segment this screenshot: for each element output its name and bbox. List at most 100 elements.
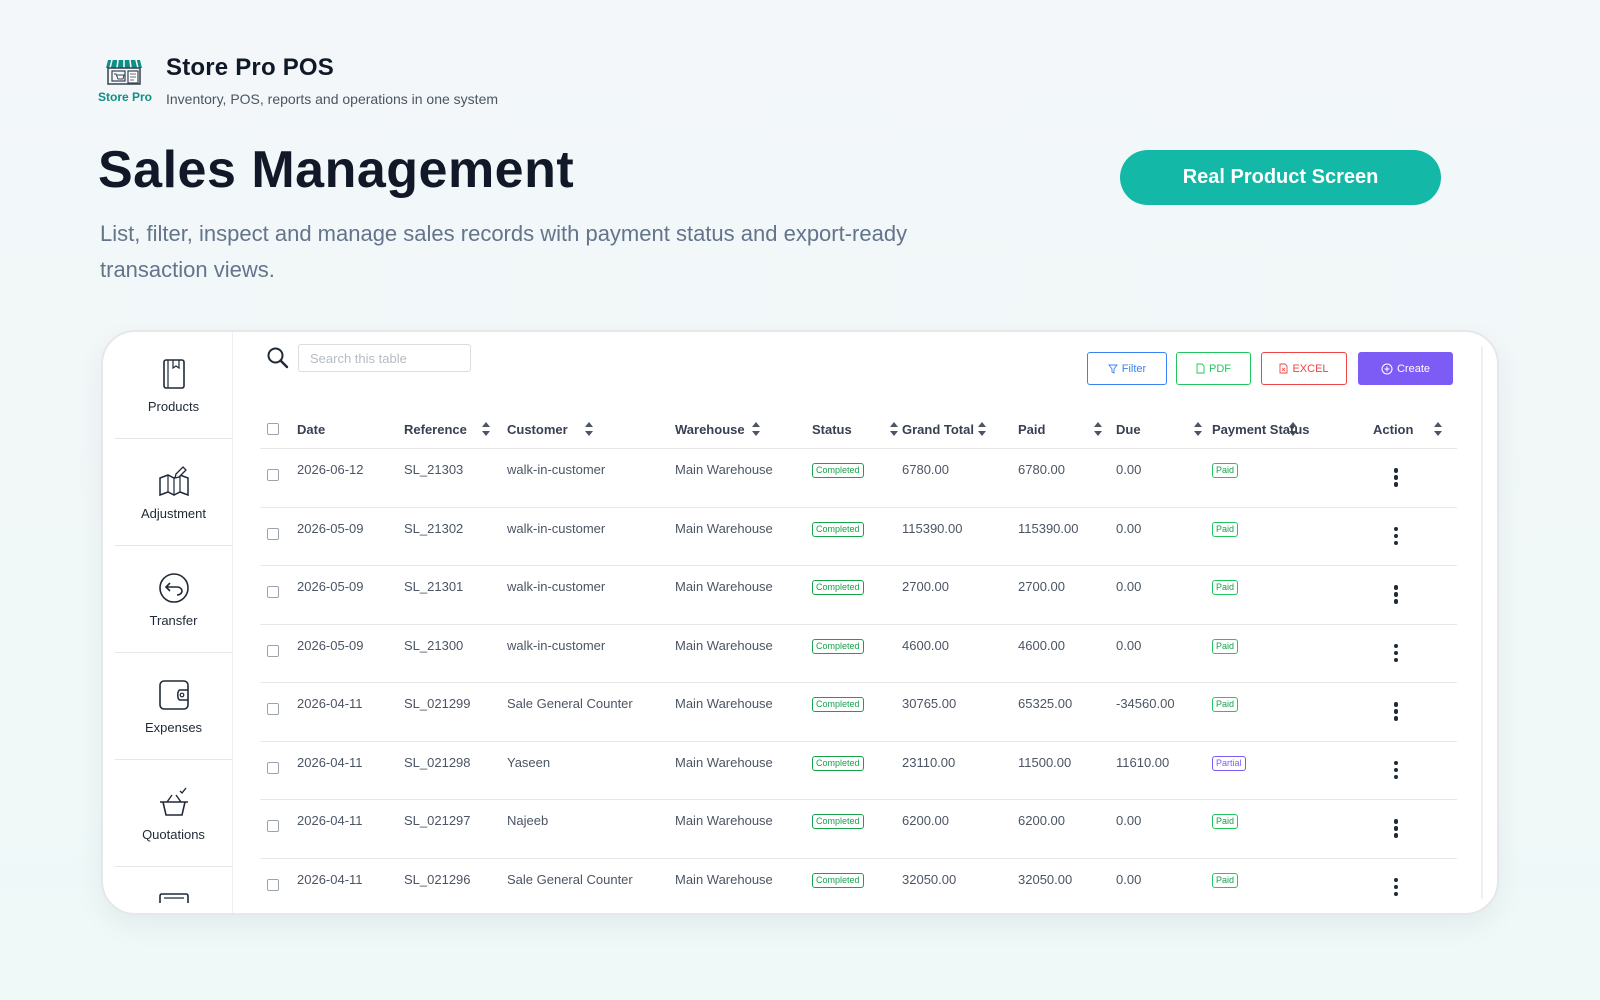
column-header-grand-total[interactable]: Grand Total xyxy=(902,410,974,449)
column-header-payment-status[interactable]: Payment Status xyxy=(1212,410,1310,449)
column-header-customer[interactable]: Customer xyxy=(507,410,568,449)
sidebar-item-adjustment[interactable]: Adjustment xyxy=(115,439,232,546)
sidebar-item-more[interactable] xyxy=(115,867,232,907)
sort-icon[interactable] xyxy=(752,422,760,436)
payment-status-badge: Partial xyxy=(1212,755,1246,771)
create-button[interactable]: Create xyxy=(1358,352,1453,385)
status-badge: Completed xyxy=(812,580,864,595)
row-checkbox[interactable] xyxy=(267,469,279,481)
create-button-label: Create xyxy=(1396,362,1431,375)
column-header-date[interactable]: Date xyxy=(297,410,325,449)
payment-status-badge: Paid xyxy=(1212,521,1239,537)
search-input[interactable] xyxy=(298,344,471,372)
page-description: List, filter, inspect and manage sales r… xyxy=(100,221,908,282)
table-body: 2026-06-12 SL_21303 walk-in-customer Main W… xyxy=(260,449,1457,914)
real-product-screen-button[interactable]: Real Product Screen xyxy=(1120,150,1441,205)
cell-due: -34560.00 xyxy=(1116,696,1175,711)
cell-reference: SL_21303 xyxy=(404,462,464,477)
cell-paid: 115390.00 xyxy=(1018,520,1079,536)
table-row[interactable]: 2026-04-11 SL_021298 Yaseen Main Warehouse C… xyxy=(260,742,1457,800)
cell-date: 2026-04-11 xyxy=(297,754,363,770)
status-badge: Completed xyxy=(812,638,864,654)
column-header-paid[interactable]: Paid xyxy=(1018,410,1045,449)
filter-button-label: Filter xyxy=(1121,362,1147,375)
cell-date: 2026-04-11 xyxy=(297,871,363,887)
sidebar-item-label: Transfer xyxy=(149,612,198,628)
cell-warehouse: Main Warehouse xyxy=(675,520,773,536)
cell-paid: 11500.00 xyxy=(1018,754,1072,770)
sidebar: Products Adjustment Transfer Expenses Qu… xyxy=(115,332,233,913)
row-checkbox[interactable] xyxy=(267,820,279,832)
table-row[interactable]: 2026-05-09 SL_21302 walk-in-customer Main W… xyxy=(260,508,1457,566)
row-actions-menu-icon[interactable] xyxy=(1393,468,1399,488)
document-icon xyxy=(158,893,189,903)
column-header-status[interactable]: Status xyxy=(812,410,852,449)
row-checkbox[interactable] xyxy=(267,761,279,774)
sidebar-item-expenses[interactable]: Expenses xyxy=(115,653,232,760)
cell-due: 0.00 xyxy=(1116,520,1142,536)
excel-file-icon xyxy=(1280,363,1288,374)
row-checkbox[interactable] xyxy=(267,527,279,540)
payment-status-badge: Paid xyxy=(1212,697,1239,712)
wallet-icon xyxy=(158,679,189,710)
payment-status-badge: Paid xyxy=(1212,814,1239,829)
table-row[interactable]: 2026-06-12 SL_21303 walk-in-customer Main W… xyxy=(260,449,1457,508)
table-row[interactable]: 2026-04-11 SL_021299 Sale General Counter M… xyxy=(260,683,1457,742)
cell-warehouse: Main Warehouse xyxy=(675,754,773,770)
table-row[interactable]: 2026-04-11 SL_021297 Najeeb Main Warehouse C… xyxy=(260,800,1457,859)
table-row[interactable]: 2026-05-09 SL_21300 walk-in-customer Main W… xyxy=(260,625,1457,683)
pdf-export-button[interactable]: PDF xyxy=(1176,352,1251,385)
sidebar-item-transfer[interactable]: Transfer xyxy=(115,546,232,653)
row-actions-menu-icon[interactable] xyxy=(1393,819,1399,839)
row-actions-menu-icon[interactable] xyxy=(1393,585,1399,605)
row-actions-menu-icon[interactable] xyxy=(1393,760,1399,781)
table-row[interactable]: 2026-04-11 SL_021296 Sale General Counter M… xyxy=(260,859,1457,914)
status-badge: Completed xyxy=(812,814,864,829)
sort-icon[interactable] xyxy=(1094,422,1102,436)
cell-grand-total: 30765.00 xyxy=(902,696,957,711)
column-header-reference[interactable]: Reference xyxy=(404,410,467,449)
return-arrow-icon xyxy=(158,572,189,603)
sidebar-item-label: Quotations xyxy=(142,826,205,842)
sidebar-item-products[interactable]: Products xyxy=(115,332,232,439)
sort-icon[interactable] xyxy=(1194,422,1202,436)
sort-icon[interactable] xyxy=(890,422,898,436)
cell-warehouse: Main Warehouse xyxy=(675,696,773,711)
column-header-warehouse[interactable]: Warehouse xyxy=(675,410,745,449)
status-badge: Completed xyxy=(812,697,864,712)
column-header-due[interactable]: Due xyxy=(1116,410,1141,449)
pdf-button-label: PDF xyxy=(1209,362,1231,375)
payment-status-badge: Paid xyxy=(1212,872,1239,888)
cell-paid: 65325.00 xyxy=(1018,696,1073,711)
sort-icon[interactable] xyxy=(585,422,593,436)
cell-due: 11610.00 xyxy=(1116,754,1170,770)
sidebar-item-quotations[interactable]: Quotations xyxy=(115,760,232,867)
cell-date: 2026-05-09 xyxy=(297,520,364,536)
cell-grand-total: 4600.00 xyxy=(902,637,949,653)
select-all-checkbox[interactable] xyxy=(267,423,279,435)
status-badge: Completed xyxy=(812,755,864,771)
row-actions-menu-icon[interactable] xyxy=(1393,702,1399,722)
sort-icon[interactable] xyxy=(978,422,986,436)
status-badge: Completed xyxy=(812,872,864,888)
filter-button[interactable]: Filter xyxy=(1087,352,1167,385)
row-checkbox[interactable] xyxy=(267,703,279,715)
excel-export-button[interactable]: EXCEL xyxy=(1261,352,1347,385)
sidebar-item-label: Expenses xyxy=(144,719,203,735)
row-checkbox[interactable] xyxy=(267,586,279,598)
sort-icon[interactable] xyxy=(1434,422,1442,436)
brand-header: Store Pro Store Pro POS Inventory, POS, … xyxy=(98,54,498,107)
search-icon[interactable] xyxy=(266,346,290,370)
row-checkbox[interactable] xyxy=(267,644,279,657)
row-actions-menu-icon[interactable] xyxy=(1393,877,1399,898)
row-checkbox[interactable] xyxy=(267,878,279,891)
sort-icon[interactable] xyxy=(482,422,490,436)
row-actions-menu-icon[interactable] xyxy=(1393,643,1399,664)
cell-due: 0.00 xyxy=(1116,813,1142,828)
cell-date: 2026-04-11 xyxy=(297,813,363,828)
row-actions-menu-icon[interactable] xyxy=(1393,526,1399,547)
table-row[interactable]: 2026-05-09 SL_21301 walk-in-customer Main W… xyxy=(260,566,1457,625)
cell-paid: 4600.00 xyxy=(1018,637,1065,653)
book-icon xyxy=(162,358,185,389)
sales-table: Date Reference Customer Warehouse Status Gran… xyxy=(260,410,1457,914)
